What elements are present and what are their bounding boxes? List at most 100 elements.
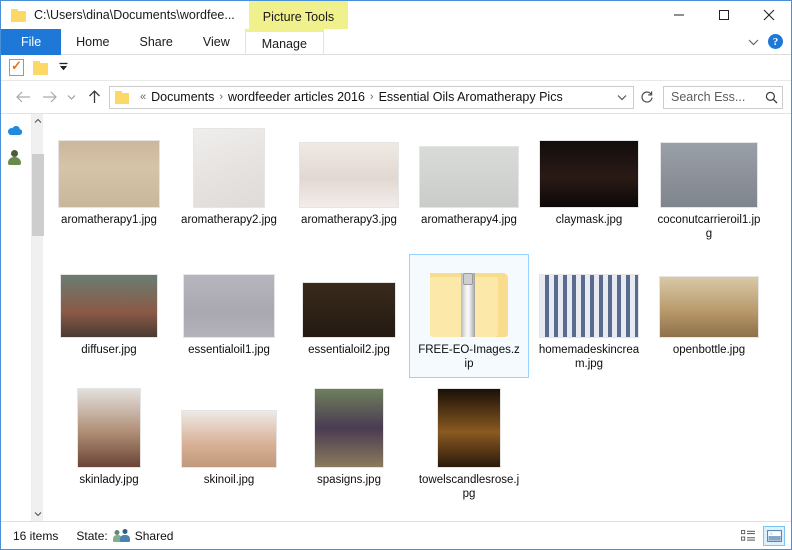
file-thumbnail <box>194 129 264 207</box>
state-value: Shared <box>134 528 174 543</box>
large-icons-view-icon[interactable] <box>763 525 785 546</box>
folder-icon <box>11 8 27 22</box>
file-item[interactable]: homemadeskincream.jpg <box>529 254 649 378</box>
file-name-label: spasigns.jpg <box>317 474 381 486</box>
tab-file[interactable]: File <box>1 29 62 55</box>
up-arrow-icon[interactable] <box>81 85 107 109</box>
new-folder-icon[interactable] <box>33 60 49 75</box>
file-thumbnail-wrap <box>52 259 166 337</box>
file-thumbnail-wrap <box>172 259 286 337</box>
back-arrow-icon[interactable] <box>11 85 35 109</box>
chevron-up-icon[interactable] <box>32 114 43 128</box>
chevron-down-icon[interactable] <box>748 38 759 46</box>
file-item[interactable]: essentialoil1.jpg <box>169 254 289 378</box>
file-thumbnail-wrap <box>412 389 526 467</box>
breadcrumb-item-documents[interactable]: Documents <box>151 90 214 104</box>
file-thumbnail-wrap <box>292 259 406 337</box>
close-button[interactable] <box>746 1 791 29</box>
recent-locations-chevron-down-icon[interactable] <box>63 85 79 109</box>
file-thumbnail-wrap <box>292 129 406 207</box>
state-label: State: <box>76 528 108 543</box>
chevron-down-icon[interactable] <box>32 507 43 521</box>
tab-share[interactable]: Share <box>125 29 188 55</box>
breadcrumb[interactable]: « Documents › wordfeeder articles 2016 ›… <box>109 85 634 109</box>
window-title: C:\Users\dina\Documents\wordfee... <box>34 8 235 22</box>
tab-manage[interactable]: Manage <box>244 29 324 55</box>
file-item[interactable]: aromatherapy2.jpg <box>169 124 289 248</box>
file-item[interactable]: aromatherapy3.jpg <box>289 124 409 248</box>
tab-view-label: View <box>202 35 230 49</box>
file-item[interactable]: openbottle.jpg <box>649 254 769 378</box>
ribbon-right-controls: ? <box>748 29 791 54</box>
scrollbar-thumb[interactable] <box>32 154 44 236</box>
file-item[interactable]: diffuser.jpg <box>49 254 169 378</box>
picture-tools-contextual-tab: Picture Tools <box>248 1 349 29</box>
breadcrumb-separator[interactable]: › <box>214 91 228 103</box>
file-thumbnail-wrap <box>292 389 406 467</box>
navigation-pane-scrollbar[interactable] <box>31 114 44 521</box>
minimize-button[interactable] <box>656 1 701 29</box>
file-name-label: claymask.jpg <box>555 214 623 226</box>
file-thumbnail-wrap <box>652 259 766 337</box>
file-thumbnail <box>661 143 757 207</box>
file-name-label: essentialoil1.jpg <box>188 344 270 356</box>
scrollbar-track[interactable] <box>32 128 44 507</box>
file-name-label: skinlady.jpg <box>79 474 139 486</box>
search-icon[interactable] <box>765 91 778 104</box>
breadcrumb-chevron-down-icon[interactable] <box>613 94 631 101</box>
breadcrumb-overflow[interactable]: « <box>135 91 151 103</box>
file-thumbnail-wrap <box>652 129 766 207</box>
file-thumbnail <box>300 143 398 207</box>
refresh-icon[interactable] <box>636 86 658 109</box>
file-thumbnail-wrap <box>412 129 526 207</box>
forward-arrow-icon[interactable] <box>37 85 61 109</box>
file-name-label: aromatherapy2.jpg <box>181 214 277 226</box>
file-item[interactable]: aromatherapy4.jpg <box>409 124 529 248</box>
breadcrumb-item-essential-oils-aromatherapy-pics[interactable]: Essential Oils Aromatherapy Pics <box>379 90 563 104</box>
file-thumbnail-wrap <box>172 389 286 467</box>
file-item[interactable]: skinoil.jpg <box>169 384 289 508</box>
file-item-selected[interactable]: FREE-EO-Images.zip <box>409 254 529 378</box>
tab-home-label: Home <box>76 35 110 49</box>
file-thumbnail-wrap <box>532 129 646 207</box>
nav-item-user-folder[interactable] <box>1 148 31 166</box>
file-item[interactable]: spasigns.jpg <box>289 384 409 508</box>
user-folder-icon <box>7 149 21 165</box>
details-view-icon[interactable] <box>737 526 759 546</box>
file-name-label: essentialoil2.jpg <box>308 344 390 356</box>
file-thumbnail <box>660 277 758 337</box>
onedrive-cloud-icon <box>7 123 23 135</box>
file-item[interactable]: aromatherapy1.jpg <box>49 124 169 248</box>
navigation-pane[interactable] <box>1 114 31 521</box>
file-thumbnail <box>184 275 274 337</box>
file-item[interactable]: essentialoil2.jpg <box>289 254 409 378</box>
item-count: 16 items <box>13 528 59 543</box>
file-name-label: aromatherapy3.jpg <box>301 214 397 226</box>
breadcrumb-item-wordfeeder-articles-2016[interactable]: wordfeeder articles 2016 <box>228 90 365 104</box>
file-item[interactable]: skinlady.jpg <box>49 384 169 508</box>
file-list-pane[interactable]: aromatherapy1.jpg aromatherapy2.jpg aromat… <box>43 114 791 521</box>
file-thumbnail <box>182 411 276 467</box>
file-name-label: FREE-EO-Images.zip <box>418 344 520 370</box>
breadcrumb-separator[interactable]: › <box>365 91 379 103</box>
tab-share-label: Share <box>139 35 173 49</box>
file-thumbnail <box>420 147 518 207</box>
file-item[interactable]: claymask.jpg <box>529 124 649 248</box>
file-thumbnail <box>59 141 159 207</box>
tab-view[interactable]: View <box>188 29 245 55</box>
window-controls <box>656 1 791 29</box>
file-thumbnail <box>438 389 500 467</box>
maximize-button[interactable] <box>701 1 746 29</box>
address-bar: « Documents › wordfeeder articles 2016 ›… <box>1 81 791 113</box>
folder-icon <box>115 90 130 104</box>
search-input[interactable]: Search Ess... <box>663 85 783 109</box>
picture-tools-label: Picture Tools <box>262 9 335 24</box>
file-item[interactable]: towelscandlesrose.jpg <box>409 384 529 508</box>
chevron-down-icon[interactable] <box>58 62 69 73</box>
help-icon[interactable]: ? <box>768 34 783 49</box>
file-item[interactable]: coconutcarrieroil1.jpg <box>649 124 769 248</box>
tab-home[interactable]: Home <box>61 29 124 55</box>
properties-checkmark-icon[interactable] <box>9 58 24 76</box>
nav-item-onedrive[interactable] <box>1 120 31 138</box>
file-thumbnail <box>315 389 383 467</box>
